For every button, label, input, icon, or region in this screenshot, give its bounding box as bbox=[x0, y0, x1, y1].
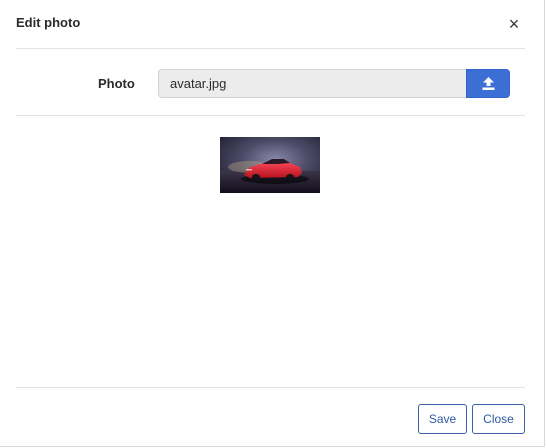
photo-label: Photo bbox=[98, 76, 135, 91]
edit-photo-dialog: Edit photo × Photo avatar.jpg Save Close bbox=[0, 0, 545, 447]
footer-divider bbox=[16, 387, 525, 388]
upload-icon bbox=[482, 77, 495, 90]
header-divider bbox=[16, 48, 525, 49]
form-divider bbox=[16, 115, 525, 116]
close-icon[interactable]: × bbox=[504, 14, 524, 34]
dialog-header: Edit photo × bbox=[0, 0, 544, 48]
save-button[interactable]: Save bbox=[418, 404, 467, 434]
close-button[interactable]: Close bbox=[472, 404, 525, 434]
upload-button[interactable] bbox=[466, 69, 510, 98]
car-preview-image bbox=[220, 137, 320, 193]
photo-preview bbox=[220, 137, 320, 193]
dialog-title: Edit photo bbox=[16, 15, 81, 30]
photo-file-input[interactable]: avatar.jpg bbox=[158, 69, 466, 98]
